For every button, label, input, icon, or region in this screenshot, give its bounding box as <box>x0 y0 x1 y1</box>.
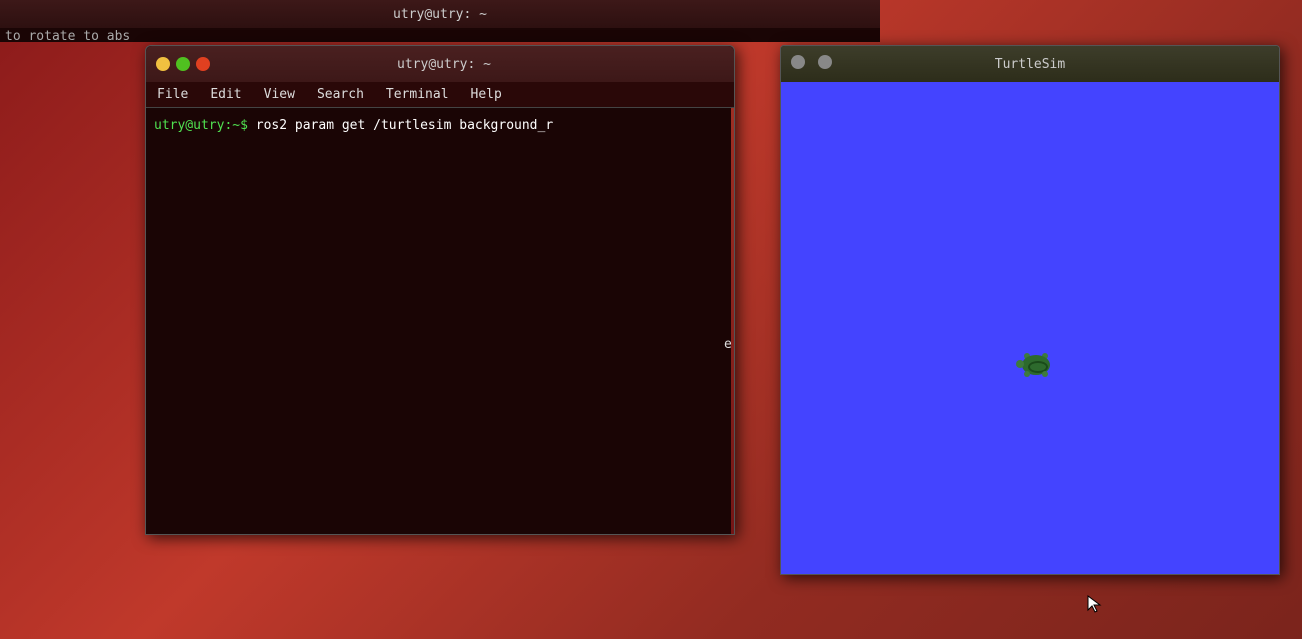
terminal-behind-text: to rotate to abs <box>5 29 130 42</box>
desktop: utry@utry: ~ to rotate to abs utry@utry:… <box>0 0 1302 639</box>
turtlesim-controls-spacer <box>791 55 837 73</box>
turtlesim-titlebar: TurtleSim <box>781 46 1279 82</box>
terminal-command-line: utry@utry:~$ ros2 param get /turtlesim b… <box>154 116 726 136</box>
mouse-cursor <box>1086 594 1102 614</box>
terminal-titlebar: utry@utry: ~ <box>146 46 734 82</box>
terminal-output-1: [5.544 <box>154 196 734 216</box>
turtle-head <box>1016 360 1024 368</box>
terminal-behind-text-area: to rotate to abs <box>0 28 880 42</box>
terminal-divider <box>731 108 734 534</box>
terminal-menubar: File Edit View Search Terminal Help <box>146 82 734 108</box>
terminal-behind-titlebar: utry@utry: ~ <box>0 0 880 28</box>
turtle-leg-back-right <box>1042 371 1048 377</box>
turtlesim-close-button[interactable] <box>818 55 832 69</box>
terminal-content: utry@utry:~$ ros2 param get /turtlesim b… <box>146 108 734 534</box>
menu-terminal[interactable]: Terminal <box>381 85 454 104</box>
terminal-prompt: utry@utry:~$ <box>154 118 248 133</box>
menu-help[interactable]: Help <box>466 85 507 104</box>
turtle-sprite <box>1020 353 1052 377</box>
terminal-behind-window: utry@utry: ~ to rotate to abs <box>0 0 880 42</box>
terminal-window-controls <box>156 57 210 71</box>
turtle-leg-back-left <box>1024 371 1030 377</box>
terminal-minimize-button[interactable] <box>156 57 170 71</box>
turtlesim-title: TurtleSim <box>837 57 1223 72</box>
terminal-close-button[interactable] <box>196 57 210 71</box>
terminal-maximize-button[interactable] <box>176 57 190 71</box>
menu-view[interactable]: View <box>259 85 300 104</box>
terminal-title: utry@utry: ~ <box>210 57 678 72</box>
terminal-output-4: [5.544 <box>154 364 734 384</box>
terminal-behind-title: utry@utry: ~ <box>393 7 487 22</box>
turtlesim-canvas <box>781 82 1279 574</box>
terminal-output-2: [5.544 <box>154 265 734 285</box>
menu-search[interactable]: Search <box>312 85 369 104</box>
turtlesim-window: TurtleSim <box>780 45 1280 575</box>
terminal-output-3: e /turt <box>154 335 726 355</box>
terminal-window: utry@utry: ~ File Edit View Search Termi… <box>145 45 735 535</box>
menu-file[interactable]: File <box>152 85 193 104</box>
menu-edit[interactable]: Edit <box>205 85 246 104</box>
turtlesim-minimize-button[interactable] <box>791 55 805 69</box>
terminal-command: ros2 param get /turtlesim background_r <box>248 118 553 133</box>
